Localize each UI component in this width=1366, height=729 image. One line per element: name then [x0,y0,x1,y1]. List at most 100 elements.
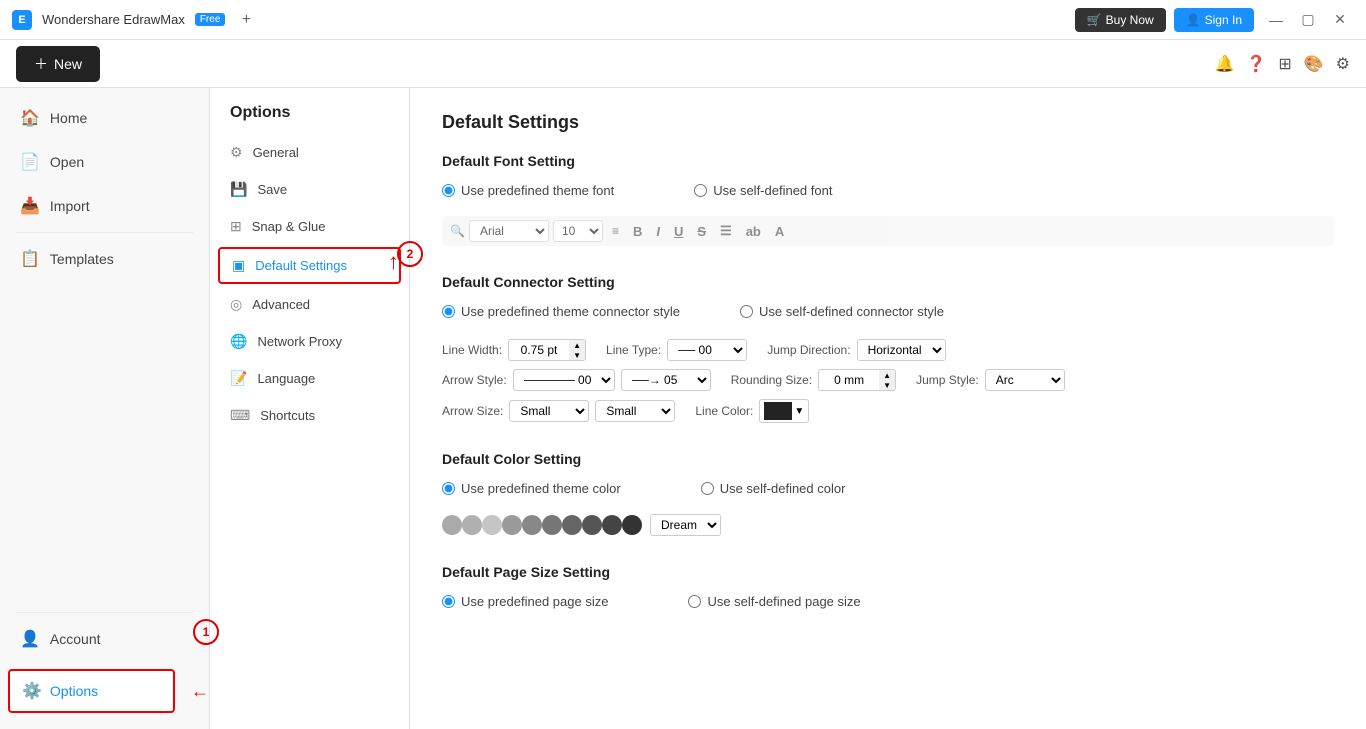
jump-style-select[interactable]: Arc [985,369,1065,391]
font-size-select[interactable]: 10 [553,220,603,242]
font-radio-self-defined[interactable]: Use self-defined font [694,183,832,198]
search-icon: 🔍 [450,224,465,238]
close-button[interactable]: ✕ [1326,6,1354,34]
options-general[interactable]: ⚙ General [210,134,409,171]
shortcuts-label: Shortcuts [260,408,315,423]
line-type-select[interactable]: ── 00 [667,339,747,361]
text-color-button[interactable]: A [770,222,789,241]
font-section: Default Font Setting Use predefined them… [442,153,1334,246]
titlebar: E Wondershare EdrawMax Free + 🛒 Buy Now … [0,0,1366,40]
color-radio-self-defined[interactable]: Use self-defined color [701,481,846,496]
line-width-input[interactable]: 0.75 pt ▲ ▼ [508,339,586,361]
color-radio-predefined[interactable]: Use predefined theme color [442,481,621,496]
color-dot-6 [562,515,582,535]
font-family-select[interactable]: Arial [469,220,549,242]
grid-icon[interactable]: ⊞ [1278,54,1291,74]
font-radio-self-defined-input[interactable] [694,184,707,197]
strikethrough-button[interactable]: S [692,222,711,241]
line-color-swatch [764,402,792,420]
add-tab-button[interactable]: + [235,9,257,31]
list-button[interactable]: ☰ [715,221,737,241]
sidebar-item-import[interactable]: 📥 Import [0,184,209,228]
font-radio1-label: Use predefined theme font [461,183,614,198]
badge-1: 1 [193,619,219,645]
sidebar-item-home[interactable]: 🏠 Home [0,96,209,140]
connector-radio-predefined-input[interactable] [442,305,455,318]
connector-radio-self-defined-input[interactable] [740,305,753,318]
connector-row2: Arrow Style: ────── 00 ──→ 05 Rounding S… [442,369,1334,391]
options-default-settings[interactable]: ▣ Default Settings [218,247,401,284]
notification-icon[interactable]: 🔔 [1214,54,1234,74]
options-language[interactable]: 📝 Language [210,360,409,397]
rounding-up[interactable]: ▲ [879,370,895,380]
line-width-up[interactable]: ▲ [569,340,585,350]
italic-button[interactable]: I [651,222,665,241]
arrow-size-select1[interactable]: Small [509,400,589,422]
color-dot-5 [542,515,562,535]
options-panel: Options ⚙ General 💾 Save ⊞ Snap & Glue ▣… [210,88,410,729]
options-panel-title: Options [210,104,409,134]
options-advanced[interactable]: ◎ Advanced [210,286,409,323]
new-button[interactable]: ＋ New [16,46,100,82]
settings-icon[interactable]: ⚙ [1336,54,1350,74]
sidebar-item-templates[interactable]: 📋 Templates [0,237,209,281]
color-dot-9 [622,515,642,535]
page-size-radio-self-defined[interactable]: Use self-defined page size [688,594,860,609]
sidebar-options-row: ⚙️ Options ← [0,665,209,717]
plus-icon: ＋ [34,54,48,74]
options-network-proxy[interactable]: 🌐 Network Proxy [210,323,409,360]
maximize-button[interactable]: ▢ [1294,6,1322,34]
line-width-down[interactable]: ▼ [569,350,585,360]
line-width-label: Line Width: [442,343,502,357]
buy-now-button[interactable]: 🛒 Buy Now [1075,8,1166,32]
connector-radio-predefined[interactable]: Use predefined theme connector style [442,304,680,319]
line-type-field: Line Type: ── 00 [606,339,747,361]
sidebar-account-label: Account [50,631,101,647]
color-scheme-select[interactable]: Dream [650,514,721,536]
arrow-size-select2[interactable]: Small [595,400,675,422]
snap-icon: ⊞ [230,218,242,235]
font-radio-predefined[interactable]: Use predefined theme font [442,183,614,198]
color-dots-row: Dream [442,514,1334,536]
jump-direction-label: Jump Direction: [767,343,850,357]
options-snap-glue[interactable]: ⊞ Snap & Glue [210,208,409,245]
align-icon[interactable]: ≡ [607,222,624,240]
rounding-size-input[interactable]: 0 mm ▲ ▼ [818,369,896,391]
app-icon: E [12,10,32,30]
minimize-button[interactable]: — [1262,6,1290,34]
connector-radio-self-defined[interactable]: Use self-defined connector style [740,304,944,319]
sidebar-item-open[interactable]: 📄 Open [0,140,209,184]
titlebar-left: E Wondershare EdrawMax Free + [12,9,257,31]
rounding-down[interactable]: ▼ [879,380,895,390]
theme-icon[interactable]: 🎨 [1304,54,1324,74]
connector-row1: Line Width: 0.75 pt ▲ ▼ Line Type: ── 00 [442,339,1334,361]
color-radio-predefined-input[interactable] [442,482,455,495]
sidebar-item-options[interactable]: ⚙️ Options [8,669,175,713]
connector-section-title: Default Connector Setting [442,274,1334,290]
page-size-radio-predefined[interactable]: Use predefined page size [442,594,608,609]
options-shortcuts[interactable]: ⌨ Shortcuts [210,397,409,434]
sign-in-button[interactable]: 👤 Sign In [1174,8,1254,32]
options-arrow: ← [191,681,209,702]
line-color-picker[interactable]: ▼ [759,399,809,423]
arrow-style-label: Arrow Style: [442,373,507,387]
page-size-radio-predefined-input[interactable] [442,595,455,608]
text-style-button[interactable]: ab [741,222,766,241]
bold-button[interactable]: B [628,222,647,241]
main-layout: 🏠 Home 📄 Open 📥 Import 📋 Templates [0,88,1366,729]
page-size-radio-self-defined-input[interactable] [688,595,701,608]
color-radio-self-defined-input[interactable] [701,482,714,495]
color-radio2-label: Use self-defined color [720,481,846,496]
options-save[interactable]: 💾 Save [210,171,409,208]
font-radio-predefined-input[interactable] [442,184,455,197]
underline-button[interactable]: U [669,222,688,241]
content-title: Default Settings [442,112,1334,133]
sidebar-item-account[interactable]: 👤 Account [0,617,209,661]
jump-direction-select[interactable]: Horizontal [857,339,946,361]
arrow-style-select2[interactable]: ──→ 05 [621,369,711,391]
arrow-style-select1[interactable]: ────── 00 [513,369,615,391]
help-icon[interactable]: ❓ [1246,54,1266,74]
arrow-size-field: Arrow Size: Small Small [442,400,675,422]
sidebar-import-label: Import [50,198,90,214]
network-label: Network Proxy [257,334,342,349]
